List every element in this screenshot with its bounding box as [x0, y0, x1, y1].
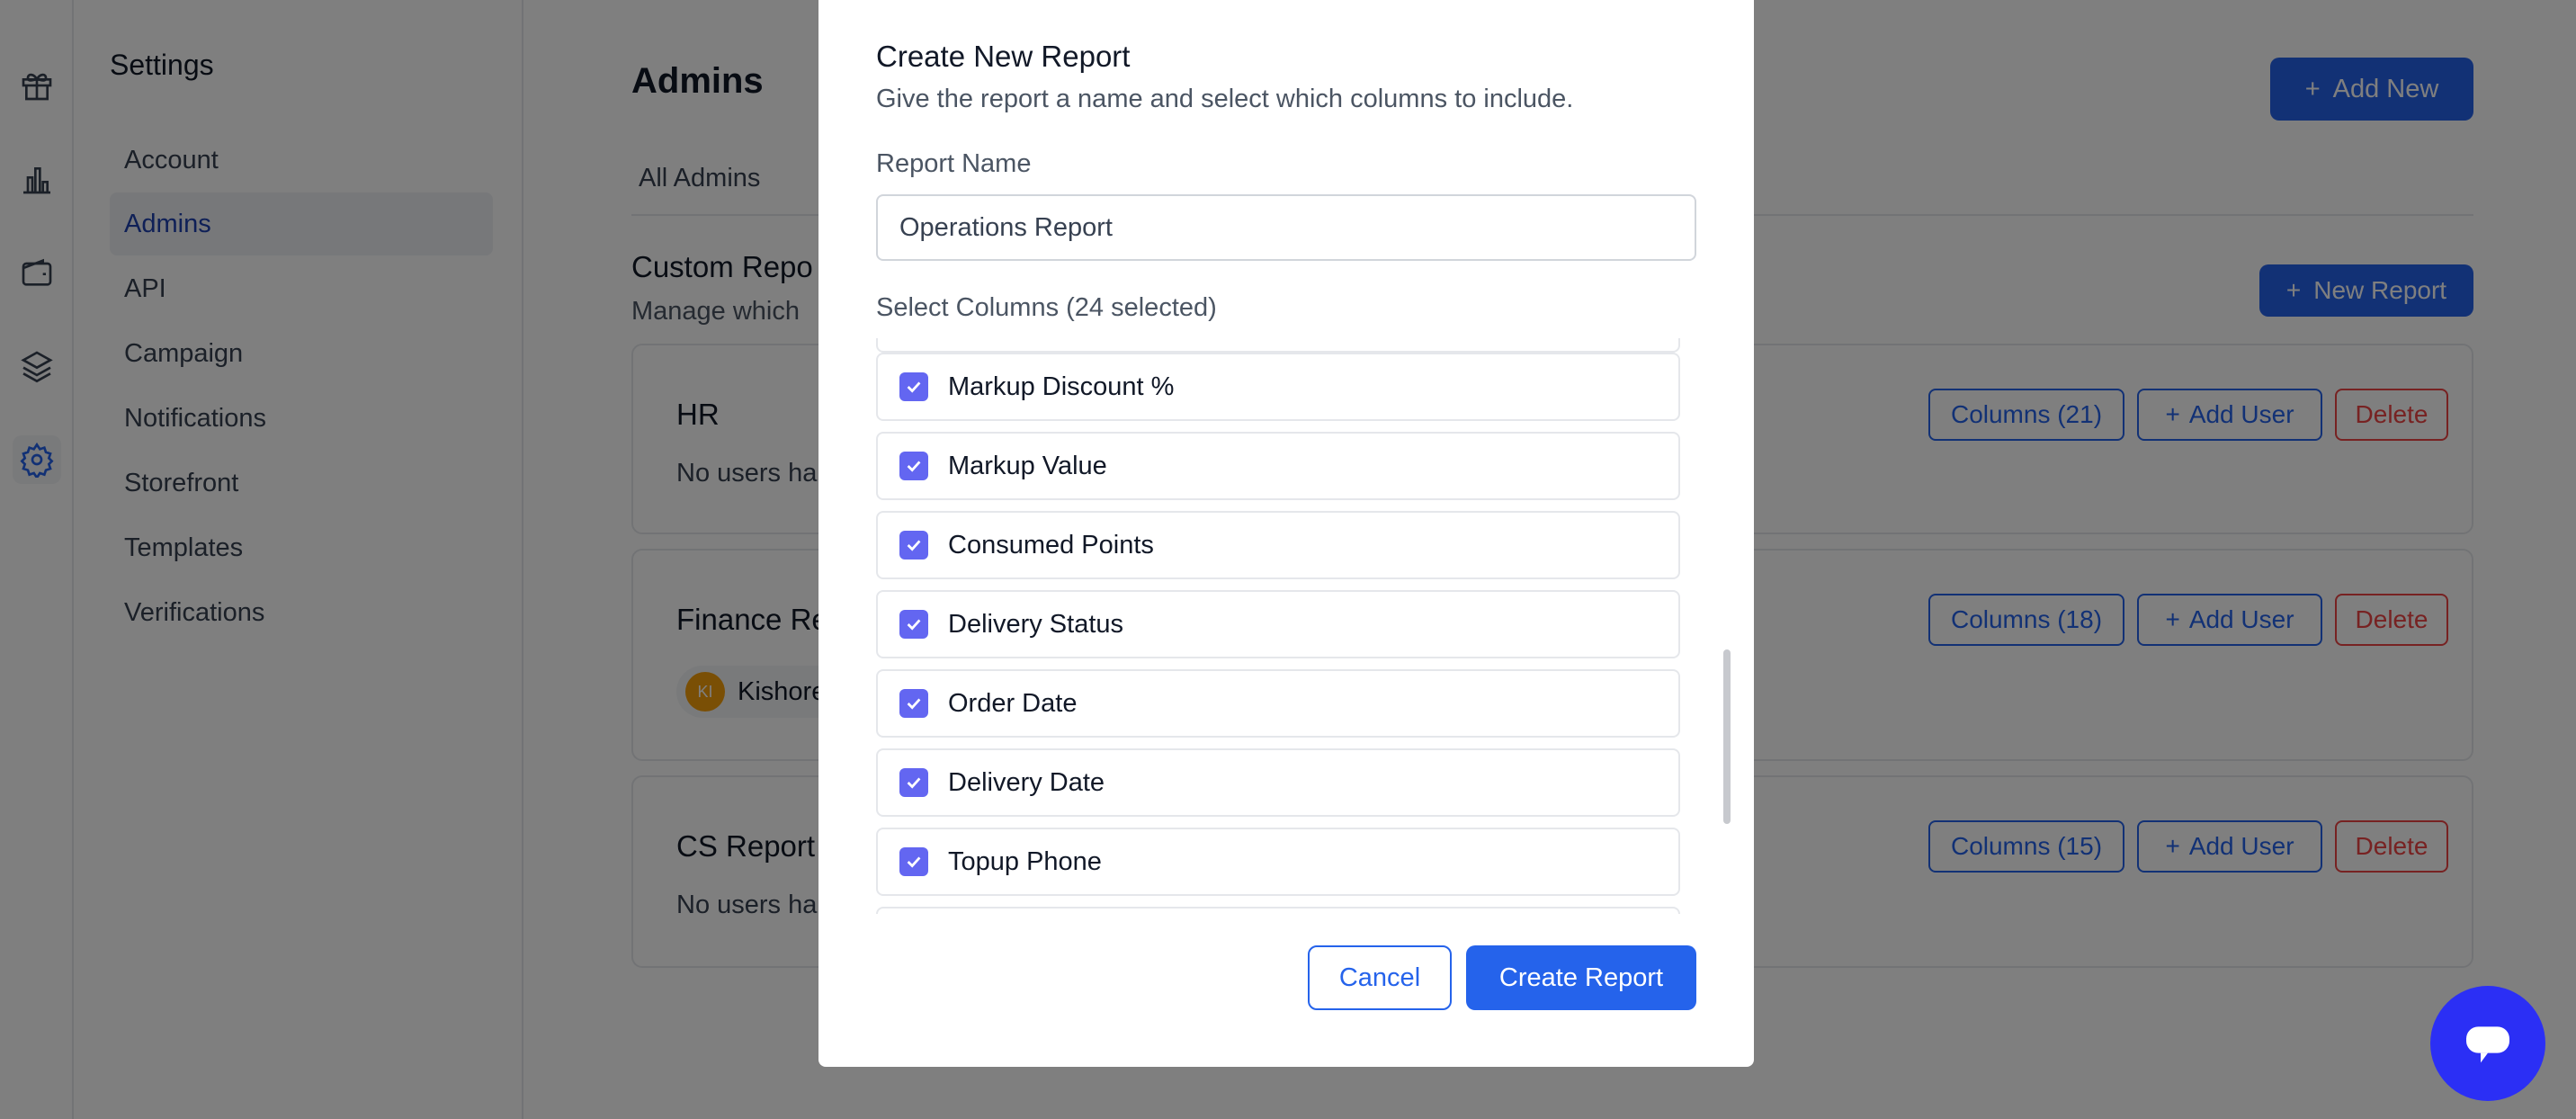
select-columns-label: Select Columns (24 selected): [876, 293, 1217, 322]
checkbox[interactable]: [899, 689, 928, 718]
column-label: Topup Phone: [948, 846, 1102, 876]
list-item[interactable]: Delivery Status: [876, 590, 1680, 658]
list-item[interactable]: [876, 907, 1680, 914]
column-label: Markup Value: [948, 451, 1107, 480]
checkbox[interactable]: [899, 768, 928, 797]
cancel-button[interactable]: Cancel: [1308, 945, 1452, 1010]
list-item[interactable]: Markup Value: [876, 432, 1680, 500]
chat-icon: [2466, 1026, 2509, 1063]
report-name-input[interactable]: [876, 194, 1696, 261]
columns-list[interactable]: Markup Discount % Markup Value Consumed …: [876, 338, 1696, 914]
list-item[interactable]: Topup Phone: [876, 828, 1680, 896]
column-label: Delivery Date: [948, 767, 1105, 797]
modal-subtitle: Give the report a name and select which …: [876, 85, 1574, 113]
report-name-label: Report Name: [876, 149, 1032, 178]
create-report-button[interactable]: Create Report: [1466, 945, 1696, 1010]
checkbox[interactable]: [899, 452, 928, 480]
list-item[interactable]: [876, 338, 1680, 353]
column-label: Delivery Status: [948, 609, 1124, 639]
checkbox[interactable]: [899, 847, 928, 876]
column-label: Consumed Points: [948, 530, 1154, 560]
modal-title: Create New Report: [876, 40, 1131, 73]
column-label: Order Date: [948, 688, 1078, 718]
create-report-modal: Create New Report Give the report a name…: [818, 0, 1754, 1067]
list-item[interactable]: Consumed Points: [876, 511, 1680, 579]
checkbox[interactable]: [899, 372, 928, 401]
chat-button[interactable]: [2430, 986, 2545, 1101]
checkbox[interactable]: [899, 531, 928, 560]
checkbox[interactable]: [899, 610, 928, 639]
list-item[interactable]: Delivery Date: [876, 748, 1680, 817]
column-label: Markup Discount %: [948, 372, 1175, 401]
list-item[interactable]: Order Date: [876, 669, 1680, 738]
list-item[interactable]: Markup Discount %: [876, 353, 1680, 421]
columns-scrollbar[interactable]: [1723, 649, 1731, 824]
